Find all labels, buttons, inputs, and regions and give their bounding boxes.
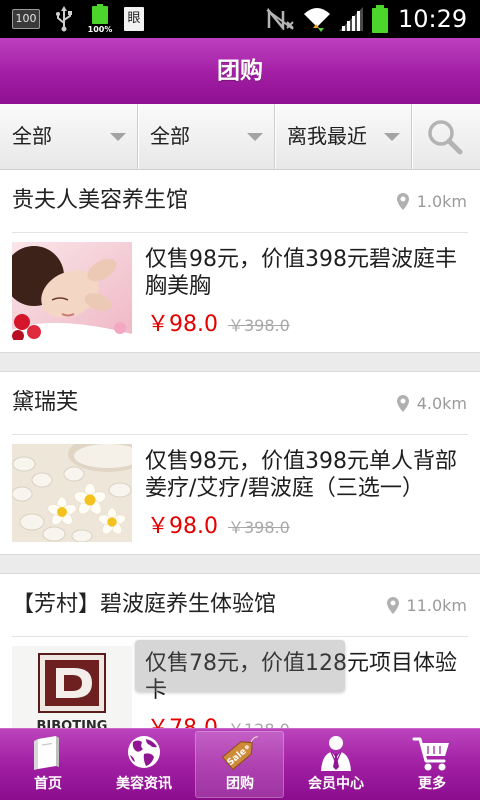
section-gap — [0, 554, 480, 574]
location-pin-icon — [386, 596, 399, 614]
area-filter-dropdown[interactable]: 全部 — [138, 104, 274, 169]
biboting-logo: BIBOTING — [12, 646, 132, 728]
distance: 11.0km — [386, 574, 467, 636]
search-icon — [428, 120, 463, 155]
sale-tag-icon: Sale — [221, 736, 259, 771]
page-title: 团购 — [217, 58, 263, 84]
book-icon — [34, 736, 59, 770]
logo-text: BIBOTING — [37, 719, 108, 728]
location-pin-icon — [396, 192, 409, 210]
nav-label: 团购 — [226, 776, 254, 792]
search-button[interactable] — [412, 104, 480, 169]
store-header[interactable]: 黛瑞芙 4.0km — [0, 372, 480, 434]
store-name: 【芳村】碧波庭养生体验馆 — [12, 592, 277, 617]
network-off-icon — [266, 8, 294, 30]
deal-title: 仅售98元，价值398元碧波庭丰胸美胸 — [145, 247, 457, 299]
app-header: 团购 — [0, 38, 480, 104]
price-row: ￥98.0 ￥398.0 — [147, 310, 290, 340]
nav-item-beauty-news[interactable]: 美容资讯 — [96, 729, 192, 800]
category-filter-dropdown[interactable]: 全部 — [0, 104, 137, 169]
distance: 4.0km — [396, 372, 467, 434]
store-header[interactable]: 贵夫人美容养生馆 1.0km — [0, 170, 480, 232]
filter-label: 全部 — [150, 124, 190, 148]
nav-item-group-buy[interactable]: Sale 团购 — [192, 729, 288, 800]
nav-label: 会员中心 — [308, 776, 364, 792]
deal-item[interactable]: 仅售98元，价值398元碧波庭丰胸美胸 ￥98.0 ￥398.0 — [0, 233, 480, 352]
distance: 1.0km — [396, 170, 467, 232]
deal-thumbnail[interactable] — [12, 242, 132, 340]
battery-full-icon: 100% — [87, 3, 113, 37]
nav-item-more[interactable]: 更多 — [384, 729, 480, 800]
battery-percent: 100% — [87, 25, 113, 34]
original-price: ￥398.0 — [228, 518, 290, 537]
price-row: ￥98.0 ￥398.0 — [147, 512, 290, 542]
member-icon — [321, 736, 351, 771]
dropdown-triangle-icon — [110, 133, 126, 141]
location-pin-icon — [396, 394, 409, 412]
globe-icon — [128, 736, 160, 768]
price-row: ￥78.0 ￥128.0 — [147, 714, 290, 728]
sort-filter-dropdown[interactable]: 离我最近 — [275, 104, 411, 169]
nav-label: 首页 — [34, 776, 62, 792]
distance-value: 11.0km — [406, 595, 467, 615]
status-bar: 100 100% 眼 10:29 — [0, 0, 480, 38]
usb-icon — [56, 6, 72, 32]
notification-count-icon: 100 — [12, 9, 40, 29]
deal-price: ￥78.0 — [147, 714, 218, 728]
deal-title: 仅售98元，价值398元单人背部姜疗/艾疗/碧波庭（三选一） — [145, 449, 457, 501]
filter-label: 全部 — [12, 124, 52, 148]
deal-item[interactable]: 仅售98元，价值398元单人背部姜疗/艾疗/碧波庭（三选一） ￥98.0 ￥39… — [0, 435, 480, 554]
cart-icon — [412, 737, 449, 771]
store-name: 贵夫人美容养生馆 — [12, 188, 189, 213]
store-name: 黛瑞芙 — [12, 390, 79, 415]
nav-item-home[interactable]: 首页 — [0, 729, 96, 800]
battery-icon — [372, 5, 388, 33]
clock: 10:29 — [398, 5, 468, 33]
original-price: ￥128.0 — [228, 716, 290, 728]
signal-bars-icon — [339, 7, 363, 31]
deal-price: ￥98.0 — [147, 514, 218, 539]
bottom-nav: 首页 美容资讯 Sale 团购 会员中心 更多 — [0, 728, 480, 800]
deal-price: ￥98.0 — [147, 312, 218, 337]
wifi-icon — [304, 8, 330, 32]
dropdown-triangle-icon — [384, 133, 400, 141]
nav-label: 美容资讯 — [116, 776, 172, 792]
nav-item-member-center[interactable]: 会员中心 — [288, 729, 384, 800]
original-price: ￥398.0 — [228, 316, 290, 335]
filter-bar: 全部 全部 离我最近 — [0, 104, 480, 170]
toast — [135, 640, 345, 692]
deal-card[interactable]: 黛瑞芙 4.0km 仅售98元，价值398元单人背部姜疗/艾疗/碧波庭（三选一）… — [0, 372, 480, 554]
dropdown-triangle-icon — [247, 133, 263, 141]
deal-thumbnail[interactable]: BIBOTING — [12, 646, 132, 728]
filter-label: 离我最近 — [287, 124, 367, 148]
distance-value: 1.0km — [416, 191, 467, 211]
section-gap — [0, 352, 480, 372]
distance-value: 4.0km — [416, 393, 467, 413]
store-header[interactable]: 【芳村】碧波庭养生体验馆 11.0km — [0, 574, 480, 636]
document-icon: 眼 — [124, 7, 144, 31]
deal-card[interactable]: 贵夫人美容养生馆 1.0km 仅售98元，价值398元碧波庭丰胸美胸 ￥98.0… — [0, 170, 480, 352]
nav-label: 更多 — [418, 776, 446, 792]
deal-thumbnail[interactable] — [12, 444, 132, 542]
